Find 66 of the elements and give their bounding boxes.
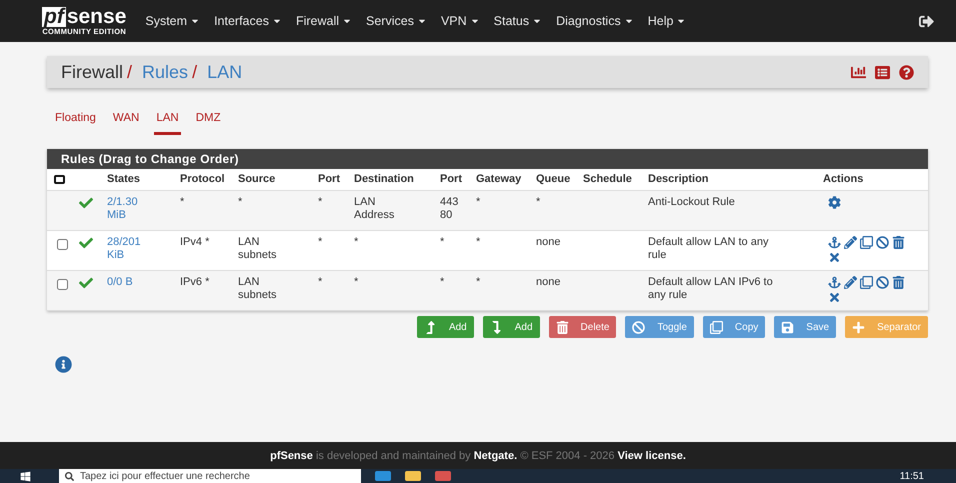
breadcrumb-item[interactable]: Rules: [142, 62, 188, 82]
table-cell-text: Anti-Lockout Rule: [648, 196, 736, 209]
table-cell-text: *: [318, 196, 324, 209]
table-cell-text: none: [536, 276, 562, 289]
table-cell-text: IPv6 *: [180, 276, 210, 289]
column-header: Queue: [536, 173, 572, 185]
breadcrumb-item: Firewall: [61, 62, 124, 82]
breadcrumb-item[interactable]: LAN: [207, 62, 242, 82]
rule-row[interactable]: 28/201 KiB IPv4 * LAN subnets * * * * none Default allow LAN to any rule: [47, 231, 928, 271]
clock: 11:51: [900, 470, 924, 482]
column-header: Source: [238, 173, 276, 185]
table-cell-text: LAN Address: [354, 196, 396, 222]
table-cell-text: *: [536, 196, 542, 209]
table-cell-text: *: [354, 236, 360, 249]
action-button[interactable]: Delete: [548, 316, 616, 338]
states-link[interactable]: 2/1.30 MiB: [107, 196, 149, 222]
breadcrumb-separator: /: [192, 62, 198, 82]
nav-menu[interactable]: Status: [494, 14, 542, 28]
table-cell-text: *: [476, 236, 482, 249]
tab[interactable]: Floating: [53, 112, 98, 135]
column-header: Protocol: [180, 173, 226, 185]
column-header: Actions: [823, 173, 864, 185]
table-cell-text: *: [440, 236, 446, 249]
table-cell-text: LAN subnets: [238, 276, 278, 302]
action-button[interactable]: Add: [416, 316, 474, 338]
breadcrumb-separator: /: [127, 62, 132, 82]
column-header: Schedule: [583, 173, 633, 185]
nav-menu[interactable]: Services: [366, 14, 427, 28]
tab[interactable]: WAN: [110, 112, 142, 135]
nav-menu[interactable]: System: [145, 14, 200, 28]
table-cell-text: *: [180, 196, 186, 209]
tab[interactable]: LAN: [154, 112, 181, 135]
table-cell-text: Default allow LAN to any rule: [648, 236, 770, 262]
table-cell-text: none: [536, 236, 562, 249]
table-cell-text: *: [318, 236, 324, 249]
table-cell-text: Default allow LAN IPv6 to any rule: [648, 276, 774, 302]
rule-row[interactable]: 2/1.30 MiB * * * LAN Address 443 80 * * Anti-Lockout Rule: [47, 191, 928, 231]
column-header: Gateway: [476, 173, 522, 185]
table-cell-text: 443 80: [440, 196, 460, 222]
search-placeholder: Tapez ici pour effectuer une recherche: [80, 470, 250, 482]
tab[interactable]: DMZ: [194, 112, 223, 135]
table-cell-text: IPv4 *: [180, 236, 210, 249]
footer-text: pfSense is developed and maintained by Netgate. © ESF 2004 - 2026 View license.: [270, 450, 686, 462]
states-link[interactable]: 0/0 B: [107, 276, 149, 289]
column-header: Destination: [354, 173, 415, 185]
column-header: Port: [318, 173, 341, 185]
table-cell-text: *: [476, 276, 482, 289]
action-button[interactable]: Add: [482, 316, 540, 338]
panel-title: Rules (Drag to Change Order): [47, 149, 928, 169]
column-header: Description: [648, 173, 710, 185]
table-cell-text: *: [318, 276, 324, 289]
nav-menu[interactable]: VPN: [440, 14, 480, 28]
rule-row[interactable]: 0/0 B IPv6 * LAN subnets * * * * none Default allow LAN IPv6 to any rule: [47, 271, 928, 311]
table-cell-text: *: [440, 276, 446, 289]
nav-menu[interactable]: Diagnostics: [556, 14, 634, 28]
taskbar-search-field[interactable]: Tapez ici pour effectuer une recherche: [59, 469, 361, 483]
states-link[interactable]: 28/201 KiB: [107, 236, 149, 262]
table-cell-text: *: [354, 276, 360, 289]
table-cell-text: *: [476, 196, 482, 209]
nav-menu[interactable]: Help: [648, 14, 686, 28]
column-header: States: [107, 173, 142, 185]
table-cell-text: *: [238, 196, 244, 209]
column-header: Port: [440, 173, 463, 185]
nav-menu[interactable]: Interfaces: [214, 14, 282, 28]
table-cell-text: LAN subnets: [238, 236, 278, 262]
nav-menu[interactable]: Firewall: [296, 14, 352, 28]
